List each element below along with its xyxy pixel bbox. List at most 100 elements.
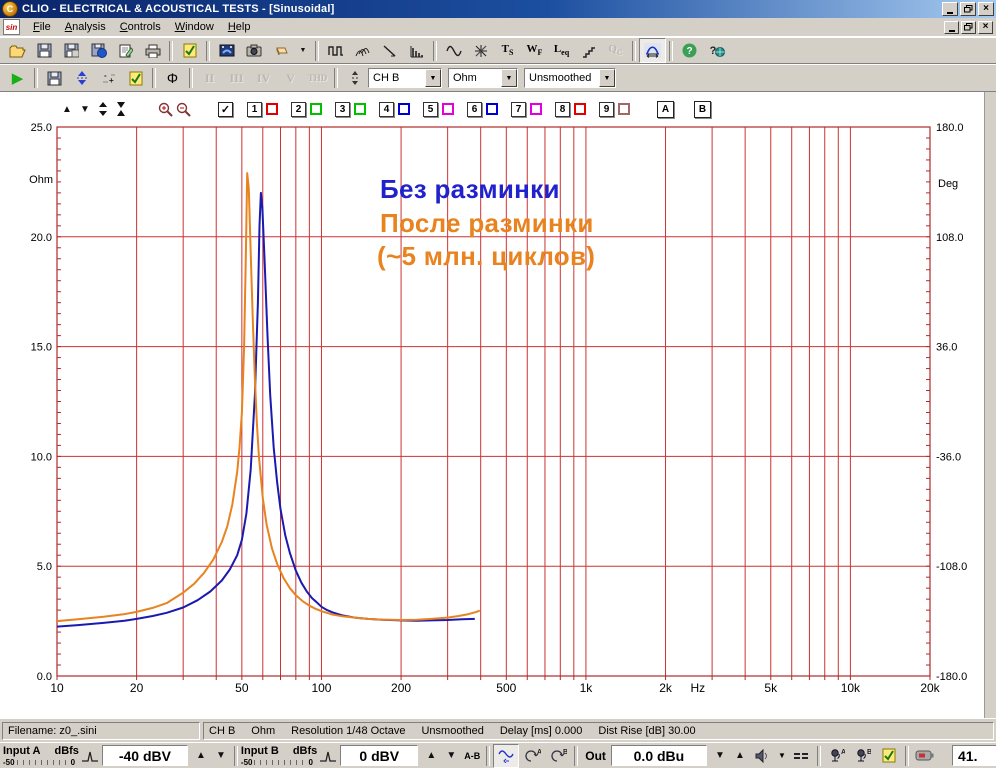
curve-slot-number[interactable]: 6 [467, 101, 482, 117]
phase-button[interactable]: Φ [159, 66, 186, 91]
menu-controls[interactable]: Controls [113, 19, 168, 35]
print-button[interactable] [139, 38, 166, 63]
overlay-a-button[interactable]: A [657, 100, 674, 118]
loopback-b-button[interactable]: B [545, 744, 571, 768]
menu-window[interactable]: Window [168, 19, 221, 35]
minimize-button[interactable] [942, 2, 958, 16]
erase-dropdown-arrow[interactable]: ▼ [294, 43, 312, 59]
compress-scale-button[interactable] [112, 101, 130, 117]
line-out-button[interactable] [788, 744, 814, 768]
smoothing-dropdown-arrow[interactable]: ▼ [599, 69, 615, 87]
menu-file[interactable]: File [26, 19, 58, 35]
curve-color-swatch[interactable] [442, 103, 454, 115]
curve-color-swatch[interactable] [618, 103, 630, 115]
curve-color-swatch[interactable] [398, 103, 410, 115]
overlay-b-button[interactable]: B [694, 100, 711, 118]
fft-button[interactable] [467, 38, 494, 63]
speaker-button[interactable] [750, 744, 776, 768]
curve-slot-3[interactable]: 3 [335, 101, 366, 117]
yscale-button[interactable] [341, 66, 368, 91]
curve-slot-9[interactable]: 9 [599, 101, 630, 117]
qc-settings-button[interactable] [876, 744, 902, 768]
curve-color-swatch[interactable] [486, 103, 498, 115]
open-button[interactable] [4, 38, 31, 63]
curve-slot-6[interactable]: 6 [467, 101, 498, 117]
verify-button[interactable] [122, 66, 149, 91]
decay-button[interactable] [376, 38, 403, 63]
unit-dropdown-arrow[interactable]: ▼ [501, 69, 517, 87]
curve-slot-5[interactable]: 5 [423, 101, 454, 117]
mls-button[interactable] [322, 38, 349, 63]
curve-slot-number[interactable]: 7 [511, 101, 526, 117]
menu-help[interactable]: Help [221, 19, 258, 35]
erase-button[interactable] [267, 38, 294, 63]
options-button[interactable] [176, 38, 203, 63]
zoom-in-button[interactable] [156, 101, 174, 117]
marker-center-button[interactable]: - + [95, 66, 122, 91]
impedance-view-toggle[interactable] [639, 38, 666, 63]
curve-color-swatch[interactable] [574, 103, 586, 115]
ts-parameters-button[interactable]: TS [494, 38, 521, 63]
out-down-button[interactable]: ▼ [710, 746, 730, 766]
generator-toggle[interactable] [493, 743, 520, 768]
shift-up-button[interactable]: ▲ [58, 101, 76, 117]
mdi-restore-button[interactable] [961, 20, 976, 34]
out-up-button[interactable]: ▲ [730, 746, 750, 766]
curve-slot-number[interactable]: 4 [379, 101, 394, 117]
curve-slot-number[interactable]: 1 [247, 101, 262, 117]
curve-slot-number[interactable]: 2 [291, 101, 306, 117]
channel-select[interactable]: CH B ▼ [368, 68, 442, 88]
curve-slot-number[interactable]: 3 [335, 101, 350, 117]
curve-color-swatch[interactable] [530, 103, 542, 115]
notes-button[interactable] [112, 38, 139, 63]
curve-slot-2[interactable]: 2 [291, 101, 322, 117]
curve-slot-4[interactable]: 4 [379, 101, 410, 117]
save-as-button[interactable] [58, 38, 85, 63]
curve-slot-1[interactable]: 1 [247, 101, 278, 117]
start-button[interactable]: ▶ [4, 66, 31, 91]
channel-dropdown-arrow[interactable]: ▼ [425, 69, 441, 87]
curve-color-swatch[interactable] [266, 103, 278, 115]
input-a-up-button[interactable]: ▲ [191, 746, 211, 766]
curve-slot-7[interactable]: 7 [511, 101, 542, 117]
mic-b-button[interactable]: B [850, 744, 876, 768]
leq-button[interactable]: Leq [548, 38, 575, 63]
input-a-down-button[interactable]: ▼ [211, 746, 231, 766]
movie-button[interactable] [213, 38, 240, 63]
save-button[interactable] [31, 38, 58, 63]
autoscale-button[interactable] [68, 66, 95, 91]
linearity-button[interactable] [575, 38, 602, 63]
save-settings-button[interactable] [41, 66, 68, 91]
input-b-up-button[interactable]: ▲ [421, 746, 441, 766]
rta-button[interactable] [403, 38, 430, 63]
mic-a-button[interactable]: A [824, 744, 850, 768]
curve-slot-number[interactable]: 5 [423, 101, 438, 117]
mdi-minimize-button[interactable] [944, 20, 959, 34]
sinusoidal-button[interactable] [440, 38, 467, 63]
shift-down-button[interactable]: ▼ [76, 101, 94, 117]
curve-slot-number[interactable]: 8 [555, 101, 570, 117]
export-button[interactable] [85, 38, 112, 63]
restore-button[interactable] [960, 2, 976, 16]
ab-mode-label[interactable]: A-B [464, 751, 480, 761]
input-b-down-button[interactable]: ▼ [441, 746, 461, 766]
help-button[interactable]: ? [676, 38, 703, 63]
hardware-status-button[interactable] [912, 744, 938, 768]
curve-slot-number[interactable]: 9 [599, 101, 614, 117]
sinusoidal-document-icon[interactable]: sin [3, 19, 20, 35]
unit-select[interactable]: Ohm ▼ [448, 68, 518, 88]
curve-color-swatch[interactable] [354, 103, 366, 115]
mdi-close-button[interactable]: × [978, 20, 993, 34]
marker-checkbox[interactable]: ✓ [218, 101, 233, 117]
speaker-dropdown-arrow[interactable]: ▼ [778, 751, 786, 760]
context-help-button[interactable]: ? [703, 38, 730, 63]
menu-analysis[interactable]: Analysis [58, 19, 113, 35]
snapshot-button[interactable] [240, 38, 267, 63]
zoom-out-button[interactable] [174, 101, 192, 117]
wow-flutter-button[interactable]: WF [521, 38, 548, 63]
close-button[interactable]: × [978, 2, 994, 16]
expand-scale-button[interactable] [94, 101, 112, 117]
curve-color-swatch[interactable] [310, 103, 322, 115]
waterfall-button[interactable] [349, 38, 376, 63]
loopback-a-button[interactable]: A [519, 744, 545, 768]
